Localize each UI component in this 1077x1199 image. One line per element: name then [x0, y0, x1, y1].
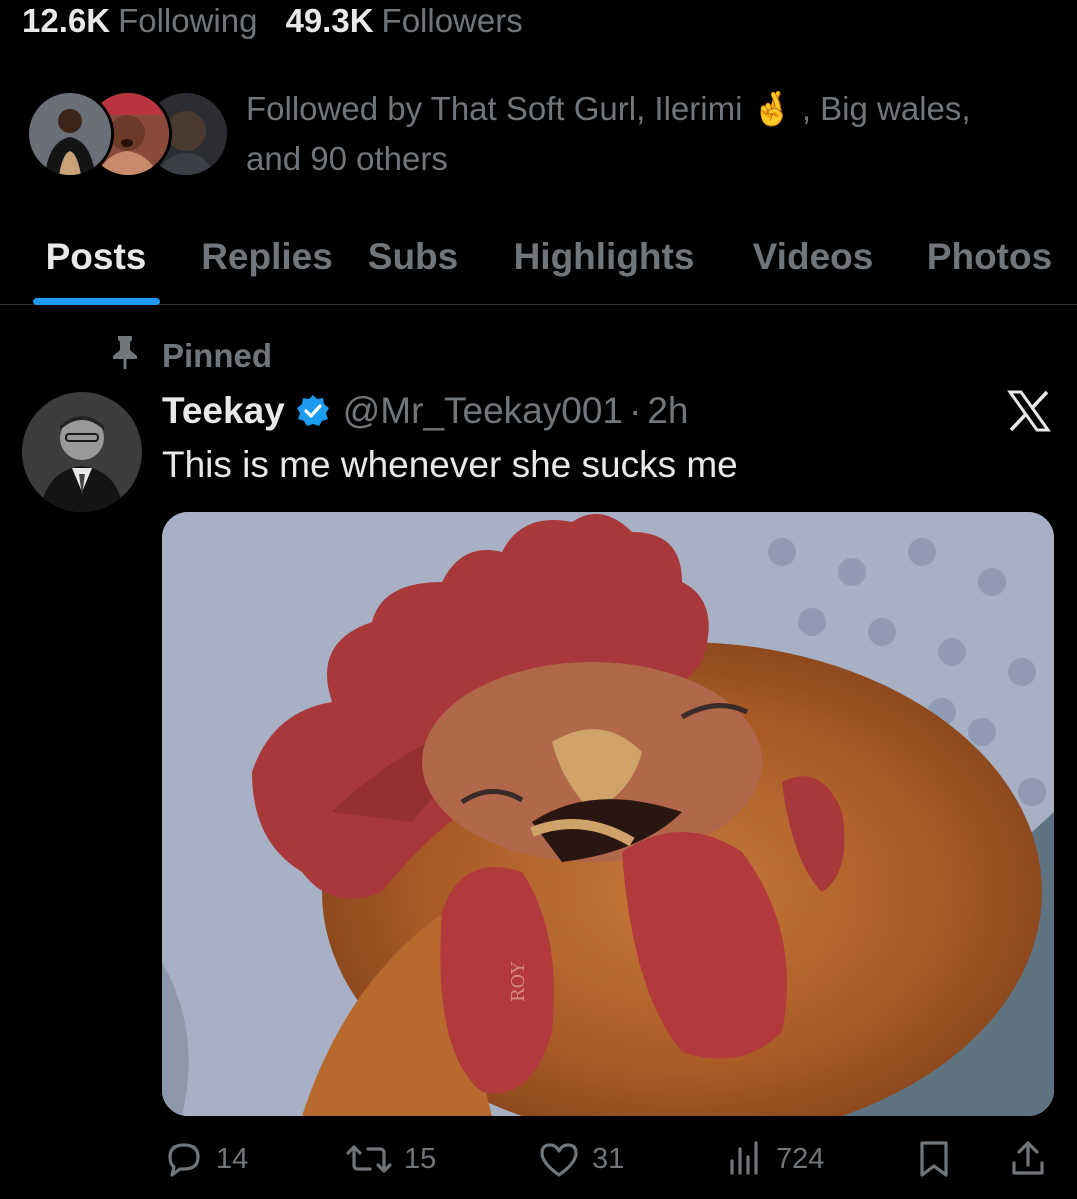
views-count: 724: [776, 1142, 825, 1175]
tab-label: Highlights: [513, 236, 695, 277]
like-count: 31: [592, 1142, 625, 1175]
heart-icon: [536, 1137, 582, 1181]
media-watermark: ROY: [508, 961, 529, 1002]
views-button[interactable]: 724: [726, 1134, 824, 1184]
followed-by-avatars: [26, 90, 230, 178]
repost-count: 15: [404, 1142, 437, 1175]
tab-subs[interactable]: Subs: [342, 210, 484, 304]
share-icon: [1008, 1137, 1048, 1181]
following-count: 12.6K: [22, 2, 111, 39]
x-logo-icon: [1006, 388, 1052, 434]
separator: ·: [629, 390, 642, 431]
author-name[interactable]: Teekay: [162, 390, 285, 432]
followed-by-line: and 90 others: [246, 140, 448, 177]
tab-label: Posts: [45, 236, 147, 277]
post-action-bar: 14 15 31 724: [162, 1134, 1054, 1184]
followed-by-line: Followed by That Soft Gurl, Ilerimi 🤞 , …: [246, 90, 971, 127]
reply-count: 14: [216, 1142, 249, 1175]
followers-stat[interactable]: 49.3K Followers: [285, 2, 522, 40]
post-media-image[interactable]: ROY: [162, 512, 1054, 1116]
reply-icon: [162, 1137, 206, 1181]
followed-by-section[interactable]: Followed by That Soft Gurl, Ilerimi 🤞 , …: [26, 84, 1066, 184]
tab-label: Videos: [752, 236, 874, 277]
post-text: This is me whenever she sucks me: [162, 444, 738, 485]
author-avatar[interactable]: [22, 392, 142, 512]
followers-label: Followers: [381, 2, 523, 39]
active-tab-indicator: [33, 298, 160, 305]
pinned-indicator: Pinned: [110, 334, 272, 378]
share-button[interactable]: [1008, 1134, 1048, 1184]
author-handle[interactable]: @Mr_Teekay001: [343, 390, 623, 432]
following-label: Following: [118, 2, 258, 39]
reply-button[interactable]: 14: [162, 1134, 248, 1184]
tab-posts[interactable]: Posts: [0, 210, 192, 305]
profile-tabs: Posts Replies Subs Highlights Videos Pho…: [0, 210, 1077, 305]
bookmark-button[interactable]: [914, 1134, 954, 1184]
pin-icon: [110, 334, 140, 378]
following-stat[interactable]: 12.6K Following: [22, 2, 257, 40]
repost-button[interactable]: 15: [344, 1134, 436, 1184]
followed-by-text: Followed by That Soft Gurl, Ilerimi 🤞 , …: [246, 84, 1046, 184]
repost-icon: [344, 1137, 394, 1181]
verified-badge-icon: [295, 393, 331, 429]
tab-highlights[interactable]: Highlights: [484, 210, 724, 304]
like-button[interactable]: 31: [536, 1134, 624, 1184]
tab-label: Photos: [926, 236, 1053, 277]
tab-label: Replies: [201, 236, 333, 277]
followers-count: 49.3K: [285, 2, 374, 39]
tab-photos[interactable]: Photos: [902, 210, 1077, 304]
follower-avatar: [26, 90, 114, 178]
tab-videos[interactable]: Videos: [724, 210, 902, 304]
post-time[interactable]: 2h: [647, 390, 688, 432]
tab-replies[interactable]: Replies: [192, 210, 342, 304]
pinned-label: Pinned: [162, 337, 273, 374]
views-icon: [726, 1137, 766, 1181]
profile-stats: 12.6K Following 49.3K Followers: [22, 0, 523, 42]
post-header: Teekay @Mr_Teekay001 · 2h: [162, 386, 688, 436]
tab-label: Subs: [367, 236, 459, 277]
bookmark-icon: [914, 1137, 954, 1181]
